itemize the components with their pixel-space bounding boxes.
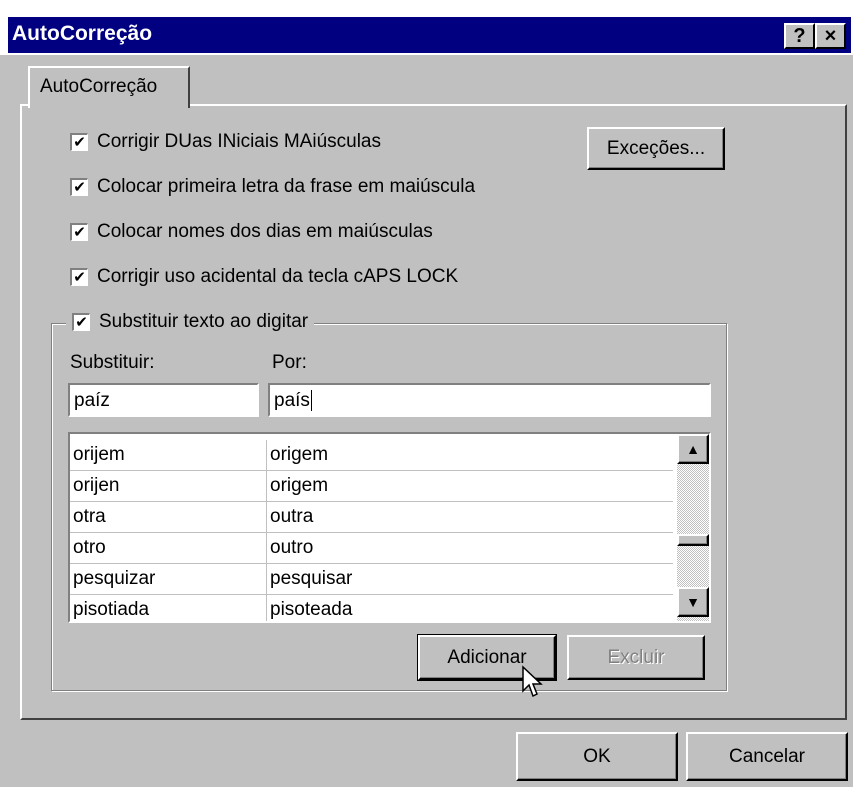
replace-label: Substituir: (70, 352, 155, 373)
checkbox[interactable]: ✔ (70, 223, 88, 241)
with-input[interactable]: país (268, 383, 711, 417)
with-input-value: país (274, 390, 310, 411)
scroll-thumb[interactable] (677, 534, 709, 546)
scroll-up-arrow-icon[interactable]: ▲ (677, 434, 709, 464)
table-row[interactable]: orijen origem (70, 470, 673, 502)
option-label: Substituir texto ao digitar (99, 311, 309, 332)
option-label: Colocar nomes dos dias em maiúsculas (97, 221, 433, 242)
option-capitalize-day-names[interactable]: ✔ Colocar nomes dos dias em maiúsculas (70, 221, 433, 243)
checkbox[interactable]: ✔ (72, 313, 90, 331)
close-button[interactable]: × (815, 23, 846, 49)
row-from-cell: pesquizar (70, 563, 267, 595)
delete-button[interactable]: Excluir (567, 635, 705, 680)
row-from-cell: orijem (70, 440, 267, 471)
option-correct-two-initials[interactable]: ✔ Corrigir DUas INiciais MAiúsculas (70, 131, 381, 153)
help-button[interactable]: ? (784, 23, 815, 49)
checkbox[interactable]: ✔ (70, 178, 88, 196)
table-row[interactable]: otra outra (70, 501, 673, 533)
option-capitalize-first-letter[interactable]: ✔ Colocar primeira letra da frase em mai… (70, 176, 475, 198)
replacement-list[interactable]: orijem origem orijen origem otra outra otro out… (68, 432, 711, 623)
exceptions-button[interactable]: Exceções... (587, 127, 725, 170)
title-bar: AutoCorreção ? × (0, 0, 853, 55)
row-from-cell: pisotiada (70, 594, 267, 621)
replace-input[interactable]: paíz (68, 383, 259, 417)
cancel-button[interactable]: Cancelar (686, 732, 848, 781)
row-to-cell: outra (266, 501, 673, 533)
option-label: Corrigir uso acidental da tecla cAPS LOC… (97, 266, 459, 287)
row-to-cell: pisoteada (266, 594, 673, 621)
row-to-cell: origem (266, 470, 673, 502)
table-row[interactable]: otro outro (70, 532, 673, 564)
text-cursor (310, 390, 312, 411)
mouse-pointer-icon (522, 665, 543, 698)
row-from-cell: otra (70, 501, 267, 533)
option-label: Corrigir DUas INiciais MAiúsculas (97, 131, 381, 152)
with-label: Por: (272, 352, 307, 373)
row-to-cell: pesquisar (266, 563, 673, 595)
replacement-table: orijem origem orijen origem otra outra otro out… (70, 440, 673, 621)
tab-label: AutoCorreção (40, 76, 158, 97)
ok-button[interactable]: OK (516, 732, 678, 781)
scroll-down-arrow-icon[interactable]: ▼ (677, 587, 709, 617)
window-title: AutoCorreção (12, 22, 153, 45)
option-replace-text[interactable]: ✔ Substituir texto ao digitar (66, 311, 315, 333)
row-to-cell: origem (266, 440, 673, 471)
table-row[interactable]: pesquizar pesquisar (70, 563, 673, 595)
row-from-cell: otro (70, 532, 267, 564)
table-row[interactable]: pisotiada pisoteada (70, 594, 673, 621)
checkbox[interactable]: ✔ (70, 268, 88, 286)
tab-autocorrecao[interactable]: AutoCorreção (28, 66, 190, 108)
option-label: Colocar primeira letra da frase em maiús… (97, 176, 476, 197)
row-from-cell: orijen (70, 470, 267, 502)
table-row[interactable]: orijem origem (70, 440, 673, 471)
vertical-scrollbar[interactable]: ▲ ▼ (677, 434, 709, 621)
checkbox[interactable]: ✔ (70, 133, 88, 151)
option-correct-caps-lock[interactable]: ✔ Corrigir uso acidental da tecla cAPS L… (70, 266, 458, 288)
row-to-cell: outro (266, 532, 673, 564)
